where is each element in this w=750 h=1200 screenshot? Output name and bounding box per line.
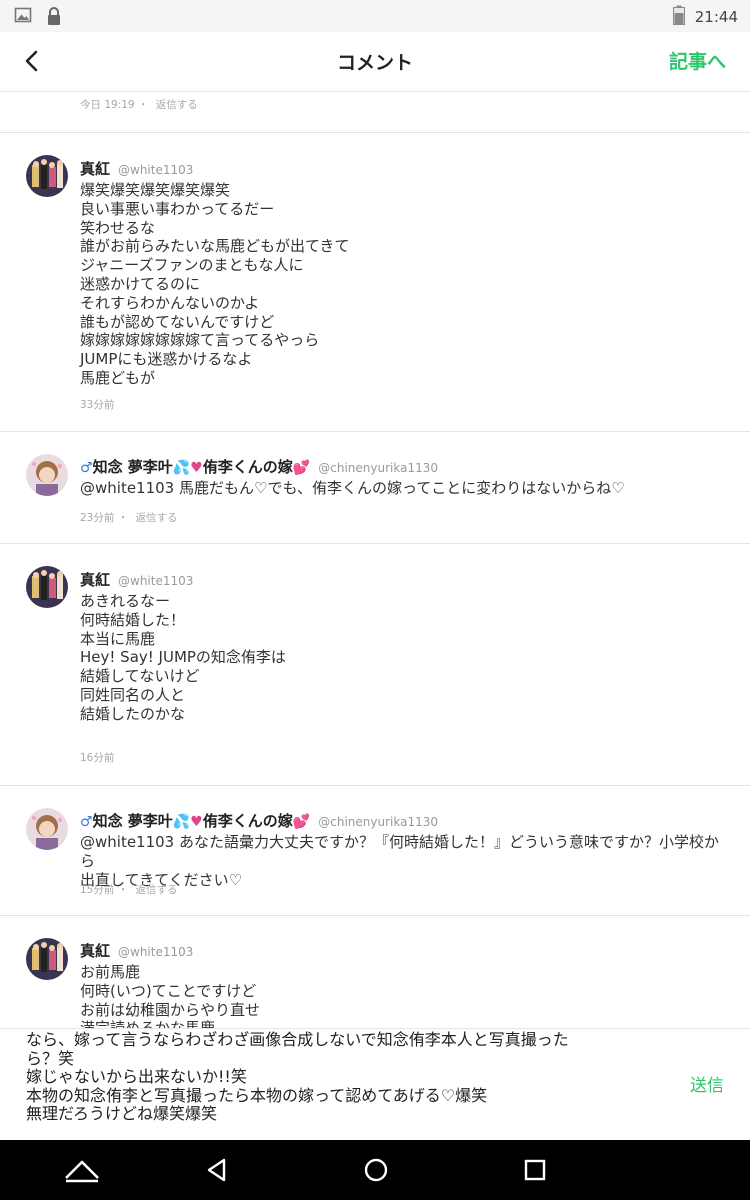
user-name[interactable]: 真紅 xyxy=(80,940,110,961)
user-handle[interactable]: @white1103 xyxy=(118,163,193,177)
home-icon[interactable] xyxy=(56,1150,108,1190)
comment-item: 真紅 @white1103 あきれるなー 何時結婚した！ 本当に馬鹿 Hey! … xyxy=(0,544,750,786)
heart-icon: ♥ xyxy=(190,814,203,830)
status-left-icons xyxy=(14,6,62,30)
user-name-part: 侑李くんの嫁 xyxy=(202,812,293,830)
avatar[interactable] xyxy=(26,566,68,608)
system-nav-bar xyxy=(0,1140,750,1200)
send-button[interactable]: 送信 xyxy=(690,1071,724,1096)
comment-header: ♂知念 夢李叶💦♥侑李くんの嫁💕 @chinenyurika1130 xyxy=(80,456,438,477)
comment-item: 真紅 @white1103 爆笑爆笑爆笑爆笑爆笑 良い事悪い事わかってるだー 笑… xyxy=(0,133,750,432)
reply-link[interactable]: 返信する xyxy=(156,99,198,111)
battery-icon xyxy=(672,5,685,29)
comment-meta: 16分前 xyxy=(80,750,114,765)
meta-separator: ・ xyxy=(137,99,149,111)
comment-list[interactable]: 今日 19:19 ・ 返信する 真紅 @white1103 爆笑爆笑爆笑爆笑爆笑… xyxy=(0,93,750,1028)
male-symbol-icon: ♂ xyxy=(80,814,93,830)
lock-icon xyxy=(46,6,62,30)
comment-item: ♂知念 夢李叶💦♥侑李くんの嫁💕 @chinenyurika1130 @whit… xyxy=(0,786,750,916)
comment-item: 今日 19:19 ・ 返信する xyxy=(0,93,750,133)
comment-meta: 今日 19:19 ・ 返信する xyxy=(80,97,198,112)
back-triangle-icon[interactable] xyxy=(192,1150,242,1190)
to-article-link[interactable]: 記事へ xyxy=(669,47,726,74)
comment-time: 15分前 xyxy=(80,884,115,896)
comment-body: @white1103 馬鹿だもん♡でも、侑李くんの嫁ってことに変わりはないからね… xyxy=(80,479,625,497)
comment-time: 33分前 xyxy=(80,399,115,411)
user-name-part: 知念 夢李叶 xyxy=(92,812,173,830)
user-handle[interactable]: @chinenyurika1130 xyxy=(318,461,438,475)
avatar[interactable] xyxy=(26,454,68,496)
reply-link[interactable]: 返信する xyxy=(136,512,178,524)
comment-meta: 15分前 ・ 返信する xyxy=(80,882,178,897)
comment-input[interactable]: なら、嫁って言うならわざわざ画像合成しないで知念侑李本人と写真撮った ら？笑 嫁… xyxy=(26,1030,646,1124)
comment-body: 爆笑爆笑爆笑爆笑爆笑 良い事悪い事わかってるだー 笑わせるな 誰がお前らみたいな… xyxy=(80,181,350,387)
reply-link[interactable]: 返信する xyxy=(136,884,178,896)
avatar[interactable] xyxy=(26,938,68,980)
image-icon xyxy=(14,6,32,30)
comment-compose: なら、嫁って言うならわざわざ画像合成しないで知念侑李本人と写真撮った ら？笑 嫁… xyxy=(0,1028,750,1140)
user-handle[interactable]: @white1103 xyxy=(118,574,193,588)
user-handle[interactable]: @white1103 xyxy=(118,945,193,959)
comment-time: 今日 19:19 xyxy=(80,99,135,111)
avatar[interactable] xyxy=(26,808,68,850)
comment-item: ♂知念 夢李叶💦♥侑李くんの嫁💕 @chinenyurika1130 @whit… xyxy=(0,432,750,544)
comment-time: 16分前 xyxy=(80,752,115,764)
user-name-part: 知念 夢李叶 xyxy=(92,458,173,476)
circle-home-icon[interactable] xyxy=(351,1150,401,1190)
comment-item: 真紅 @white1103 お前馬鹿 何時(いつ)てことですけど お前は幼稚園か… xyxy=(0,916,750,1028)
comment-header: ♂知念 夢李叶💦♥侑李くんの嫁💕 @chinenyurika1130 xyxy=(80,810,438,831)
comment-time: 23分前 xyxy=(80,512,115,524)
avatar[interactable] xyxy=(26,155,68,197)
header-bar: コメント 記事へ xyxy=(0,32,750,92)
comment-body: あきれるなー 何時結婚した！ 本当に馬鹿 Hey! Say! JUMPの知念侑李… xyxy=(80,592,286,723)
comment-body: @white1103 あなた語彙力大丈夫ですか？『何時結婚した！』どういう意味で… xyxy=(80,833,719,889)
status-time: 21:44 xyxy=(694,8,738,26)
sparkle-icon: 💦 xyxy=(172,814,191,830)
comment-header: 真紅 @white1103 xyxy=(80,158,193,179)
recents-square-icon[interactable] xyxy=(510,1150,560,1190)
comment-body: お前馬鹿 何時(いつ)てことですけど お前は幼稚園からやり直せ 満完読めるかな馬… xyxy=(80,963,261,1028)
heart-icon: ♥ xyxy=(190,460,203,476)
comment-meta: 23分前 ・ 返信する xyxy=(80,510,178,525)
hearts-icon: 💕 xyxy=(292,814,311,830)
comment-header: 真紅 @white1103 xyxy=(80,569,193,590)
user-name[interactable]: ♂知念 夢李叶💦♥侑李くんの嫁💕 xyxy=(80,456,310,477)
page-title: コメント xyxy=(336,52,413,74)
status-bar: 21:44 xyxy=(0,0,750,32)
user-name[interactable]: ♂知念 夢李叶💦♥侑李くんの嫁💕 xyxy=(80,810,310,831)
comment-meta: 33分前 xyxy=(80,397,114,412)
status-right: 21:44 xyxy=(672,5,738,29)
male-symbol-icon: ♂ xyxy=(80,460,93,476)
user-name-part: 侑李くんの嫁 xyxy=(202,458,293,476)
sparkle-icon: 💦 xyxy=(172,460,191,476)
hearts-icon: 💕 xyxy=(292,460,311,476)
user-handle[interactable]: @chinenyurika1130 xyxy=(318,815,438,829)
comment-header: 真紅 @white1103 xyxy=(80,940,193,961)
user-name[interactable]: 真紅 xyxy=(80,569,110,590)
meta-separator: ・ xyxy=(117,884,129,896)
user-name[interactable]: 真紅 xyxy=(80,158,110,179)
meta-separator: ・ xyxy=(117,512,129,524)
